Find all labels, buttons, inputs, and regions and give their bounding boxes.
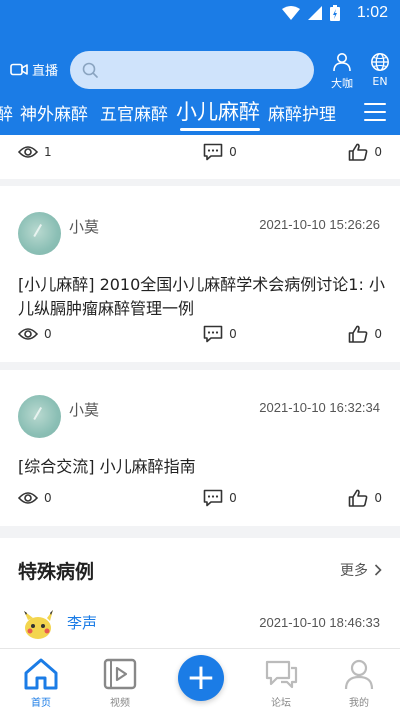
expert-label: 大咖 <box>331 77 353 90</box>
menu-button[interactable] <box>364 103 386 121</box>
case-list-item[interactable]: 李声 2021-10-10 18:46:33 <box>0 600 400 650</box>
comment-icon <box>203 143 223 161</box>
view-count: 0 <box>18 491 52 505</box>
app-header: 1:02 直播 大咖 EN 醉 神外麻醉 五官麻醉 小儿麻醉 麻醉护理 <box>0 0 400 135</box>
eye-icon <box>18 492 38 504</box>
post-author[interactable]: 小莫 <box>69 216 99 237</box>
post-time: 2021-10-10 16:32:34 <box>259 400 380 415</box>
globe-icon <box>371 53 389 71</box>
nav-video[interactable]: 视频 <box>95 657 145 709</box>
nav-home[interactable]: 首页 <box>16 657 66 709</box>
post-author[interactable]: 小莫 <box>69 399 99 420</box>
bottom-navigation: 首页 视频 + 论坛 我的 <box>0 648 400 710</box>
case-time: 2021-10-10 18:46:33 <box>259 615 380 630</box>
video-camera-icon <box>10 63 28 76</box>
post-card[interactable]: 1 0 0 <box>0 135 400 179</box>
section-title: 特殊病例 <box>18 561 95 583</box>
chevron-right-icon <box>374 564 382 576</box>
eye-icon <box>18 146 38 158</box>
avatar[interactable] <box>18 395 61 438</box>
battery-icon <box>330 5 340 21</box>
comment-count[interactable]: 0 <box>203 325 237 343</box>
live-label: 直播 <box>32 64 59 79</box>
tab-ent[interactable]: 五官麻醉 <box>100 100 168 125</box>
nav-forum[interactable]: 论坛 <box>256 657 306 709</box>
search-input[interactable] <box>106 62 296 78</box>
language-label: EN <box>372 75 388 88</box>
post-title[interactable]: [综合交流] 小儿麻醉指南 <box>18 455 388 479</box>
forum-icon <box>265 660 298 689</box>
add-post-button[interactable]: + <box>178 655 224 701</box>
tab-nursing[interactable]: 麻醉护理 <box>268 100 336 125</box>
post-time: 2021-10-10 15:26:26 <box>259 217 380 232</box>
more-button[interactable]: 更多 <box>340 560 382 580</box>
like-count[interactable]: 0 <box>348 143 382 161</box>
cellular-signal-icon <box>308 6 322 20</box>
user-icon <box>333 53 351 72</box>
comment-icon <box>203 489 223 507</box>
home-icon <box>24 658 58 690</box>
eye-icon <box>18 328 38 340</box>
user-icon <box>344 659 374 690</box>
like-count[interactable]: 0 <box>348 325 382 343</box>
live-button[interactable]: 直播 <box>10 60 58 79</box>
thumbs-up-icon <box>349 489 368 507</box>
like-count[interactable]: 0 <box>348 489 382 507</box>
video-icon <box>103 658 137 690</box>
thumbs-up-icon <box>349 325 368 343</box>
view-count: 0 <box>18 327 52 341</box>
search-bar[interactable] <box>70 51 314 89</box>
comment-count[interactable]: 0 <box>203 489 237 507</box>
search-icon <box>82 62 98 78</box>
case-author[interactable]: 李声 <box>67 612 97 633</box>
post-card[interactable]: 小莫 2021-10-10 16:32:34 [综合交流] 小儿麻醉指南 0 0… <box>0 370 400 526</box>
avatar[interactable] <box>22 610 56 640</box>
expert-button[interactable]: 大咖 <box>324 52 360 91</box>
post-card[interactable]: 小莫 2021-10-10 15:26:26 [小儿麻醉] 2010全国小儿麻醉… <box>0 186 400 362</box>
status-bar: 1:02 <box>0 0 400 28</box>
tab-partial[interactable]: 醉 <box>0 100 13 125</box>
active-tab-indicator <box>180 128 260 131</box>
view-count: 1 <box>18 145 52 159</box>
comment-icon <box>203 325 223 343</box>
avatar[interactable] <box>18 212 61 255</box>
thumbs-up-icon <box>349 143 368 161</box>
comment-count[interactable]: 0 <box>203 143 237 161</box>
status-time: 1:02 <box>356 4 388 21</box>
tab-pediatric[interactable]: 小儿麻醉 <box>176 96 260 126</box>
wifi-icon <box>282 6 300 20</box>
nav-mine[interactable]: 我的 <box>334 657 384 709</box>
language-button[interactable]: EN <box>362 52 398 88</box>
category-tabs: 醉 神外麻醉 五官麻醉 小儿麻醉 麻醉护理 <box>0 96 400 132</box>
post-title[interactable]: [小儿麻醉] 2010全国小儿麻醉学术会病例讨论1: 小儿纵膈肿瘤麻醉管理一例 <box>18 273 388 321</box>
tab-neurosurgery[interactable]: 神外麻醉 <box>20 100 88 125</box>
